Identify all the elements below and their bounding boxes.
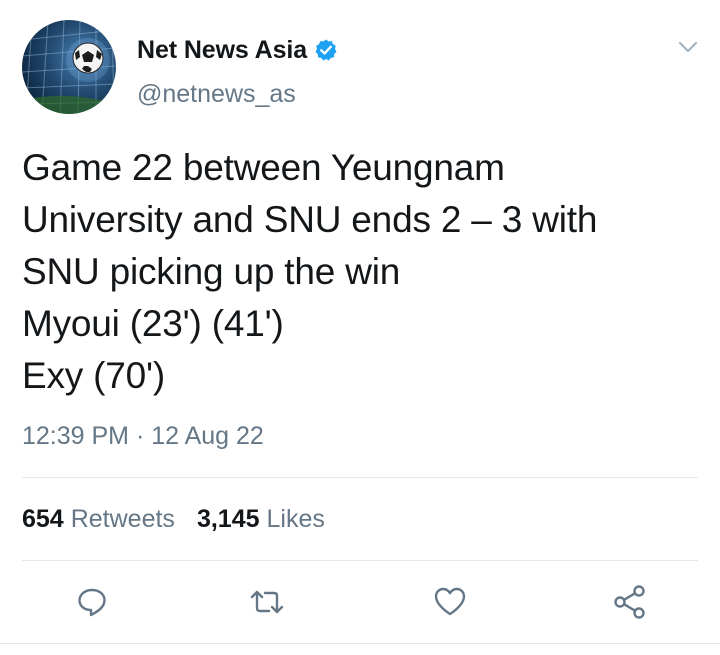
retweets-count: 654 — [22, 505, 64, 533]
heart-icon — [434, 587, 466, 616]
retweets-label: Retweets — [70, 505, 175, 533]
share-button[interactable] — [610, 582, 650, 622]
chevron-down-icon — [678, 41, 698, 53]
retweet-icon — [250, 590, 284, 614]
likes-count: 3,145 — [196, 505, 260, 533]
divider — [22, 560, 698, 561]
reply-button[interactable] — [72, 582, 112, 622]
more-options-button[interactable] — [675, 34, 701, 60]
author-handle[interactable]: @netnews_as — [137, 80, 296, 109]
author-avatar[interactable] — [22, 20, 116, 114]
author-name-row[interactable]: Net News Asia — [137, 34, 338, 66]
retweet-button[interactable] — [247, 582, 287, 622]
likes-label: Likes — [266, 505, 325, 533]
tweet-text: Game 22 between Yeungnam University and … — [22, 147, 598, 396]
divider — [22, 477, 698, 478]
author-display-name[interactable]: Net News Asia — [137, 36, 307, 65]
share-icon — [614, 585, 645, 619]
likes-stat[interactable]: 3,145 Likes — [197, 505, 325, 534]
tweet-stats: 654 Retweets 3,145 Likes — [22, 505, 325, 534]
like-button[interactable] — [430, 582, 470, 622]
verified-badge-icon — [314, 38, 338, 62]
action-bar — [0, 582, 720, 622]
tweet-timestamp[interactable]: 12:39 PM · 12 Aug 22 — [22, 422, 264, 451]
reply-icon — [78, 588, 106, 617]
retweets-stat[interactable]: 654 Retweets — [22, 505, 175, 534]
tweet-card: Net News Asia @netnews_as Game 22 betwee… — [0, 0, 720, 655]
divider — [0, 643, 720, 644]
soccer-ball-in-net-icon — [22, 20, 116, 114]
